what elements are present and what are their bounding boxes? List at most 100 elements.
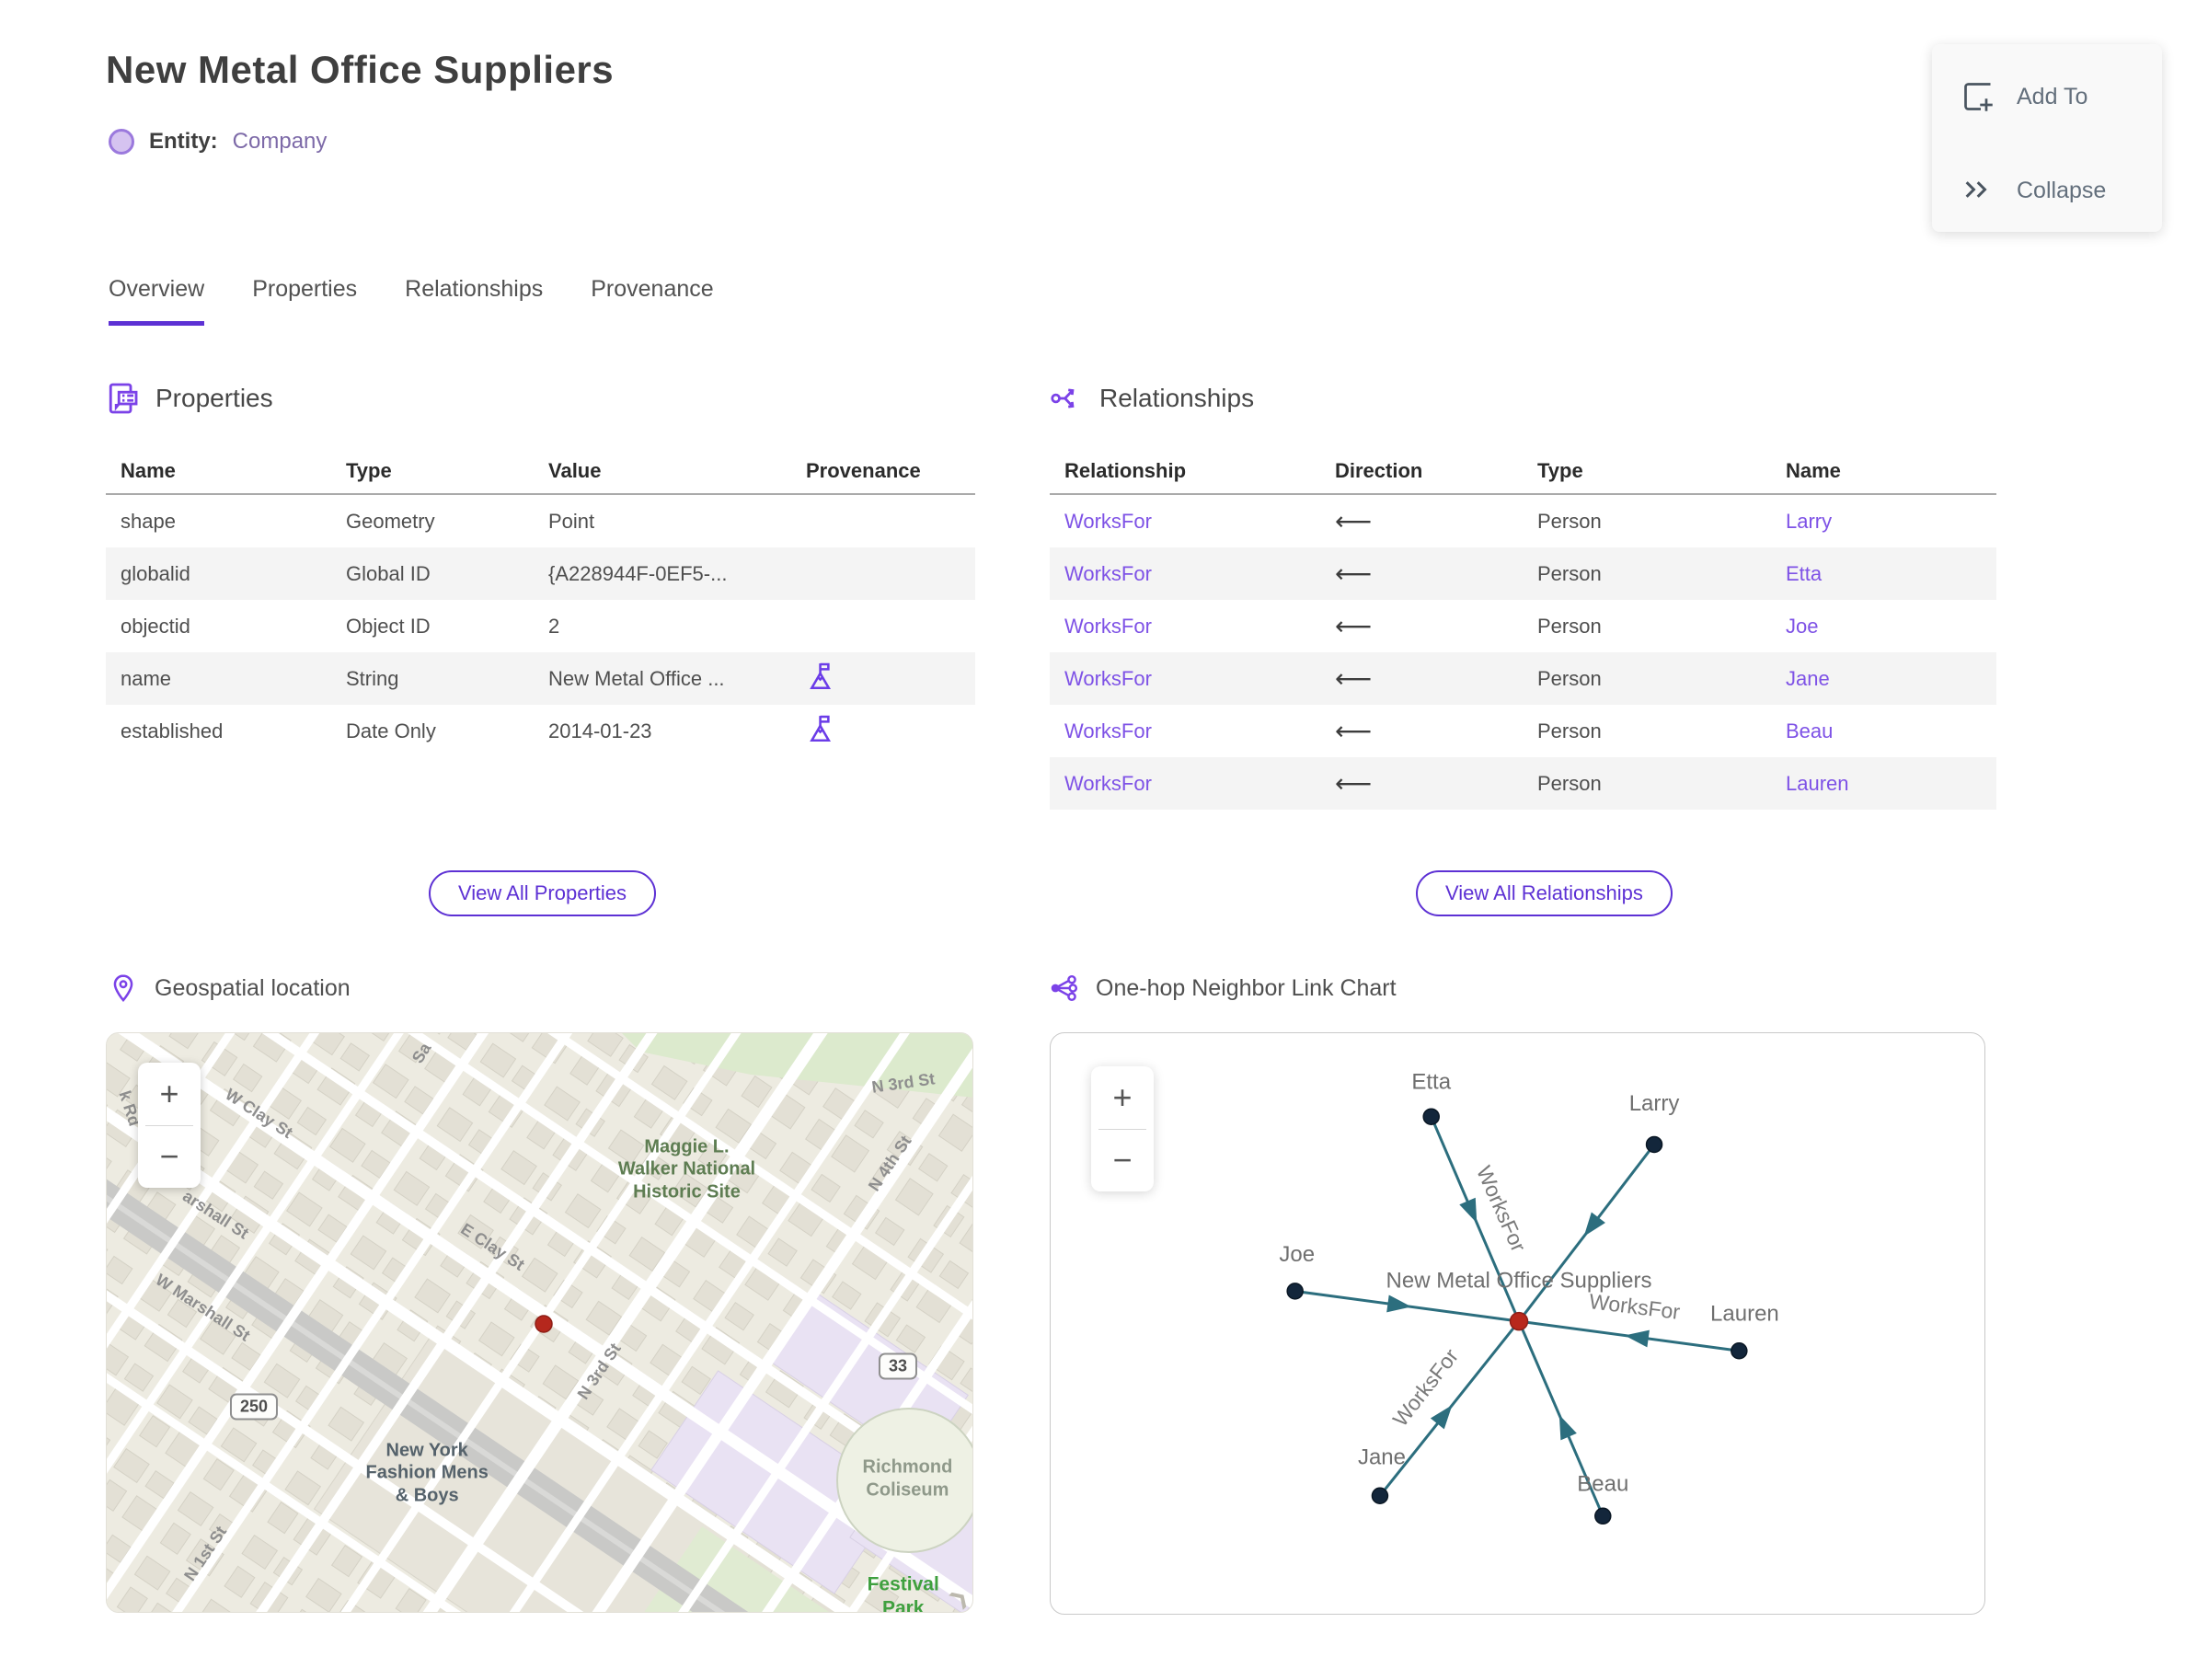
relationship-type-link[interactable]: WorksFor [1050, 719, 1320, 743]
chart-edge-label: WorksFor [1388, 1344, 1464, 1431]
chart-node-joe[interactable] [1286, 1283, 1304, 1300]
property-provenance-cell [791, 713, 975, 750]
tab-overview[interactable]: Overview [109, 276, 205, 326]
chart-zoom-control: + − [1091, 1066, 1154, 1191]
map-pin-icon [109, 973, 138, 1003]
relationship-direction: ⟵ [1335, 769, 1373, 798]
chart-node-etta[interactable] [1422, 1108, 1440, 1125]
entity-type-value: Company [232, 129, 328, 154]
relationship-entity-type-cell: Person [1537, 614, 1602, 638]
col-header: Type [346, 459, 392, 482]
provenance-flag-icon[interactable] [806, 713, 837, 744]
property-row: established Date Only 2014-01-23 [106, 705, 975, 757]
collapse-label: Collapse [2017, 177, 2107, 203]
chart-node-jane[interactable] [1371, 1487, 1389, 1504]
view-all-properties-button[interactable]: View All Properties [429, 870, 657, 916]
chart-zoom-out-button[interactable]: − [1091, 1129, 1154, 1191]
chart-node-label: Beau [1577, 1472, 1628, 1497]
relationship-row: WorksFor ⟵ Person Jane [1050, 652, 1996, 705]
add-to-map-icon [1961, 80, 1995, 113]
relationship-entity-type-cell: Person [1537, 561, 1602, 585]
relationship-entity-name-link[interactable]: Etta [1771, 562, 1996, 586]
map-location-marker [535, 1315, 553, 1333]
chart-center-label: New Metal Office Suppliers [1386, 1269, 1652, 1294]
property-name-cell: objectid [121, 614, 190, 638]
property-row: objectid Object ID 2 [106, 600, 975, 652]
property-type-cell: String [346, 666, 399, 690]
chart-center-node[interactable] [1509, 1311, 1529, 1331]
zoom-divider [1098, 1129, 1146, 1130]
relationship-entity-type-cell: Person [1537, 771, 1602, 795]
properties-icon [106, 382, 139, 415]
collapse-button[interactable]: Collapse [1932, 158, 2162, 223]
add-to-button[interactable]: Add To [1932, 64, 2162, 129]
link-chart-section-title: One-hop Neighbor Link Chart [1096, 974, 1397, 1001]
property-name-cell: name [121, 666, 172, 690]
relationship-entity-type-cell: Person [1537, 719, 1602, 742]
relationship-type-link[interactable]: WorksFor [1050, 510, 1320, 534]
relationship-row: WorksFor ⟵ Person Larry [1050, 495, 1996, 547]
relationship-entity-type-cell: Person [1537, 509, 1602, 533]
property-row: shape Geometry Point [106, 495, 975, 547]
relationship-entity-name-link[interactable]: Lauren [1771, 772, 1996, 796]
relationship-direction: ⟵ [1335, 664, 1373, 693]
chart-edge-label: WorksFor [1472, 1162, 1531, 1256]
relationship-type-link[interactable]: WorksFor [1050, 562, 1320, 586]
relationships-icon [1050, 382, 1083, 415]
tab-provenance[interactable]: Provenance [591, 276, 713, 326]
relationship-direction: ⟵ [1335, 507, 1373, 535]
page-title: New Metal Office Suppliers [106, 48, 615, 91]
relationship-entity-type-cell: Person [1537, 666, 1602, 690]
view-all-relationships-button[interactable]: View All Relationships [1416, 870, 1673, 916]
property-value-cell: 2 [548, 614, 560, 638]
entity-row: Entity: Company [109, 129, 327, 155]
geospatial-section-header: Geospatial location [109, 973, 351, 1003]
relationships-table-header: Relationship Direction Type Name [1050, 449, 1996, 495]
property-row: globalid Global ID {A228944F-0EF5-... [106, 547, 975, 600]
relationship-type-link[interactable]: WorksFor [1050, 615, 1320, 639]
chart-node-larry[interactable] [1645, 1135, 1663, 1154]
map-zoom-in-button[interactable]: + [138, 1063, 201, 1125]
tab-properties[interactable]: Properties [252, 276, 357, 326]
relationship-entity-name-link[interactable]: Larry [1771, 510, 1996, 534]
col-header: Value [548, 459, 602, 482]
relationship-entity-name-link[interactable]: Joe [1771, 615, 1996, 639]
property-value-cell: {A228944F-0EF5-... [548, 561, 728, 585]
link-chart-section-header: One-hop Neighbor Link Chart [1050, 973, 1397, 1003]
entity-label: Entity: [149, 129, 218, 154]
chart-edge-arrowhead [1624, 1329, 1650, 1348]
property-type-cell: Date Only [346, 719, 436, 742]
property-provenance-cell [791, 661, 975, 697]
chart-node-lauren[interactable] [1731, 1341, 1748, 1360]
relationship-row: WorksFor ⟵ Person Etta [1050, 547, 1996, 600]
chart-node-label: Lauren [1710, 1301, 1779, 1326]
chart-node-beau[interactable] [1594, 1507, 1612, 1525]
add-to-label: Add To [2017, 83, 2088, 109]
tab-bar: Overview Properties Relationships Proven… [109, 276, 714, 326]
property-value-cell: 2014-01-23 [548, 719, 652, 742]
chart-node-label: Joe [1279, 1242, 1315, 1267]
basemap [107, 1033, 972, 1612]
link-chart-canvas[interactable]: WorksFor WorksFor WorksFor Etta Larry Joe Laur… [1050, 1032, 1985, 1615]
geospatial-section-title: Geospatial location [155, 974, 351, 1001]
map-canvas[interactable]: k Rd W Clay St Sa arshall St W Marshall St E … [106, 1032, 973, 1613]
relationship-type-link[interactable]: WorksFor [1050, 772, 1320, 796]
chart-edge-arrowhead [1430, 1405, 1453, 1430]
properties-section-title: Properties [155, 384, 273, 412]
chart-edge-arrowhead [1558, 1414, 1577, 1441]
link-chart: WorksFor WorksFor WorksFor Etta Larry Joe Laur… [1279, 1069, 1779, 1525]
chart-edge-arrowhead [1459, 1197, 1478, 1224]
map-zoom-out-button[interactable]: − [138, 1125, 201, 1188]
col-header: Relationship [1064, 459, 1187, 482]
tab-relationships[interactable]: Relationships [405, 276, 543, 326]
chart-zoom-in-button[interactable]: + [1091, 1066, 1154, 1129]
property-type-cell: Geometry [346, 509, 435, 533]
relationship-entity-name-link[interactable]: Beau [1771, 719, 1996, 743]
properties-table: Name Type Value Provenance shape Geometry… [106, 449, 975, 757]
relationship-entity-name-link[interactable]: Jane [1771, 667, 1996, 691]
property-type-cell: Object ID [346, 614, 431, 638]
relationship-direction: ⟵ [1335, 559, 1373, 588]
entity-detail-page: New Metal Office Suppliers Entity: Compa… [0, 0, 2208, 1680]
relationship-type-link[interactable]: WorksFor [1050, 667, 1320, 691]
provenance-flag-icon[interactable] [806, 661, 837, 692]
